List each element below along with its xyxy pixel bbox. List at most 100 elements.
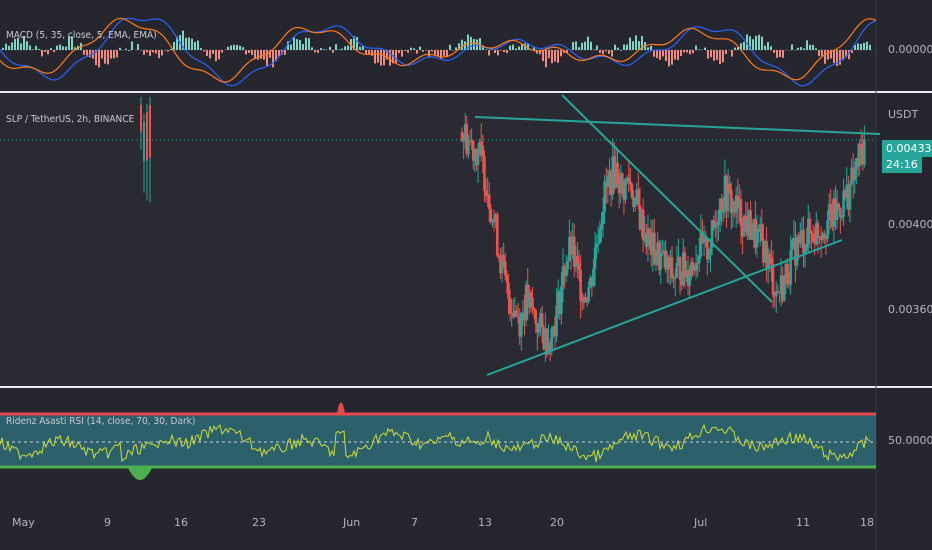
- macd-histogram-bar: [743, 41, 745, 50]
- macd-histogram-bar: [677, 50, 679, 61]
- price-candle: [532, 308, 536, 311]
- macd-histogram-bar: [773, 50, 775, 53]
- price-candle: [476, 155, 480, 166]
- rsi-legend[interactable]: Ridenz Asasti RSI (14, close, 70, 30, Da…: [6, 416, 195, 427]
- time-tick: 11: [796, 516, 810, 529]
- macd-histogram-bar: [626, 44, 628, 50]
- macd-histogram-bar: [803, 48, 805, 50]
- macd-histogram-bar: [512, 44, 514, 50]
- macd-histogram-bar: [767, 42, 769, 50]
- macd-histogram-bar: [212, 50, 214, 54]
- macd-histogram-bar: [128, 50, 130, 51]
- macd-histogram-bar: [221, 50, 223, 53]
- macd-histogram-bar: [380, 50, 382, 66]
- macd-histogram-bar: [167, 50, 169, 52]
- macd-histogram-bar: [149, 50, 151, 56]
- macd-histogram-bar: [860, 43, 862, 50]
- macd-histogram-bar: [395, 50, 397, 63]
- macd-histogram-bar: [359, 46, 361, 50]
- macd-histogram-bar: [41, 50, 43, 57]
- macd-histogram-bar: [107, 50, 109, 65]
- macd-histogram-bar: [455, 47, 457, 50]
- macd-histogram-bar: [305, 37, 307, 50]
- macd-histogram-bar: [38, 48, 40, 50]
- price-candle: [593, 247, 597, 269]
- macd-histogram-bar: [662, 50, 664, 57]
- price-legend[interactable]: SLP / TetherUS, 2h, BINANCE: [6, 114, 134, 125]
- macd-histogram-bar: [314, 50, 316, 53]
- price-candle: [739, 199, 743, 227]
- macd-histogram-bar: [248, 50, 250, 53]
- macd-histogram-bar: [20, 43, 22, 50]
- price-candle: [798, 234, 802, 244]
- price-candle: [149, 104, 151, 158]
- macd-histogram-bar: [203, 50, 205, 52]
- price-candle: [648, 228, 651, 237]
- macd-histogram-bar: [53, 50, 55, 53]
- price-candle: [707, 255, 711, 260]
- macd-histogram-bar: [311, 47, 313, 50]
- macd-histogram-bar: [731, 50, 733, 57]
- macd-histogram-bar: [659, 50, 661, 60]
- macd-histogram-bar: [449, 44, 451, 50]
- chart-canvas[interactable]: [0, 0, 932, 550]
- price-candle: [540, 313, 544, 328]
- macd-histogram-bar: [188, 37, 190, 50]
- price-candle: [782, 276, 786, 301]
- price-candle: [840, 216, 844, 218]
- time-tick: 7: [411, 516, 418, 529]
- time-tick: 20: [550, 516, 564, 529]
- macd-histogram-bar: [293, 37, 295, 50]
- time-tick: 16: [174, 516, 188, 529]
- price-candle: [143, 121, 145, 162]
- macd-histogram-bar: [629, 37, 631, 50]
- macd-histogram-bar: [32, 49, 34, 50]
- macd-histogram-bar: [809, 44, 811, 50]
- price-candle: [848, 184, 852, 210]
- macd-histogram-bar: [590, 41, 592, 50]
- macd-histogram-bar: [29, 45, 31, 50]
- price-candle: [503, 261, 507, 276]
- macd-histogram-bar: [296, 39, 298, 50]
- macd-histogram-bar: [602, 50, 604, 55]
- macd-histogram-bar: [473, 39, 475, 50]
- price-candle: [560, 285, 563, 314]
- price-candle: [606, 176, 610, 188]
- macd-histogram-bar: [866, 41, 868, 50]
- macd-histogram-bar: [119, 47, 121, 50]
- macd-histogram-bar: [299, 39, 301, 50]
- macd-histogram-bar: [650, 45, 652, 50]
- macd-histogram-bar: [161, 50, 163, 56]
- price-candle: [507, 282, 510, 299]
- macd-histogram-bar: [734, 47, 736, 50]
- macd-histogram-bar: [623, 44, 625, 50]
- macd-histogram-bar: [245, 50, 247, 55]
- time-tick: 13: [478, 516, 492, 529]
- macd-histogram-bar: [446, 50, 448, 57]
- macd-histogram-bar: [59, 44, 61, 50]
- price-candle: [808, 218, 812, 233]
- macd-histogram-bar: [266, 50, 268, 66]
- price-candle: [584, 297, 587, 300]
- macd-histogram-bar: [689, 50, 691, 55]
- macd-histogram-bar: [554, 50, 556, 62]
- macd-histogram-bar: [320, 48, 322, 50]
- macd-histogram-bar: [194, 41, 196, 50]
- price-candle: [529, 292, 533, 298]
- macd-histogram-bar: [578, 47, 580, 50]
- price-candle: [483, 156, 486, 191]
- price-candle: [863, 139, 866, 165]
- macd-histogram-bar: [332, 50, 334, 53]
- price-candle: [481, 145, 485, 157]
- macd-histogram-bar: [2, 47, 4, 50]
- price-candle: [520, 312, 523, 337]
- macd-histogram-bar: [227, 46, 229, 50]
- macd-histogram-bar: [671, 50, 673, 65]
- price-candle: [140, 104, 142, 132]
- macd-histogram-bar: [329, 46, 331, 50]
- macd-histogram-bar: [302, 44, 304, 50]
- macd-legend[interactable]: MACD (5, 35, close, 5, EMA, EMA): [6, 30, 157, 41]
- macd-histogram-bar: [197, 40, 199, 50]
- macd-histogram-bar: [239, 45, 241, 50]
- macd-histogram-bar: [104, 50, 106, 64]
